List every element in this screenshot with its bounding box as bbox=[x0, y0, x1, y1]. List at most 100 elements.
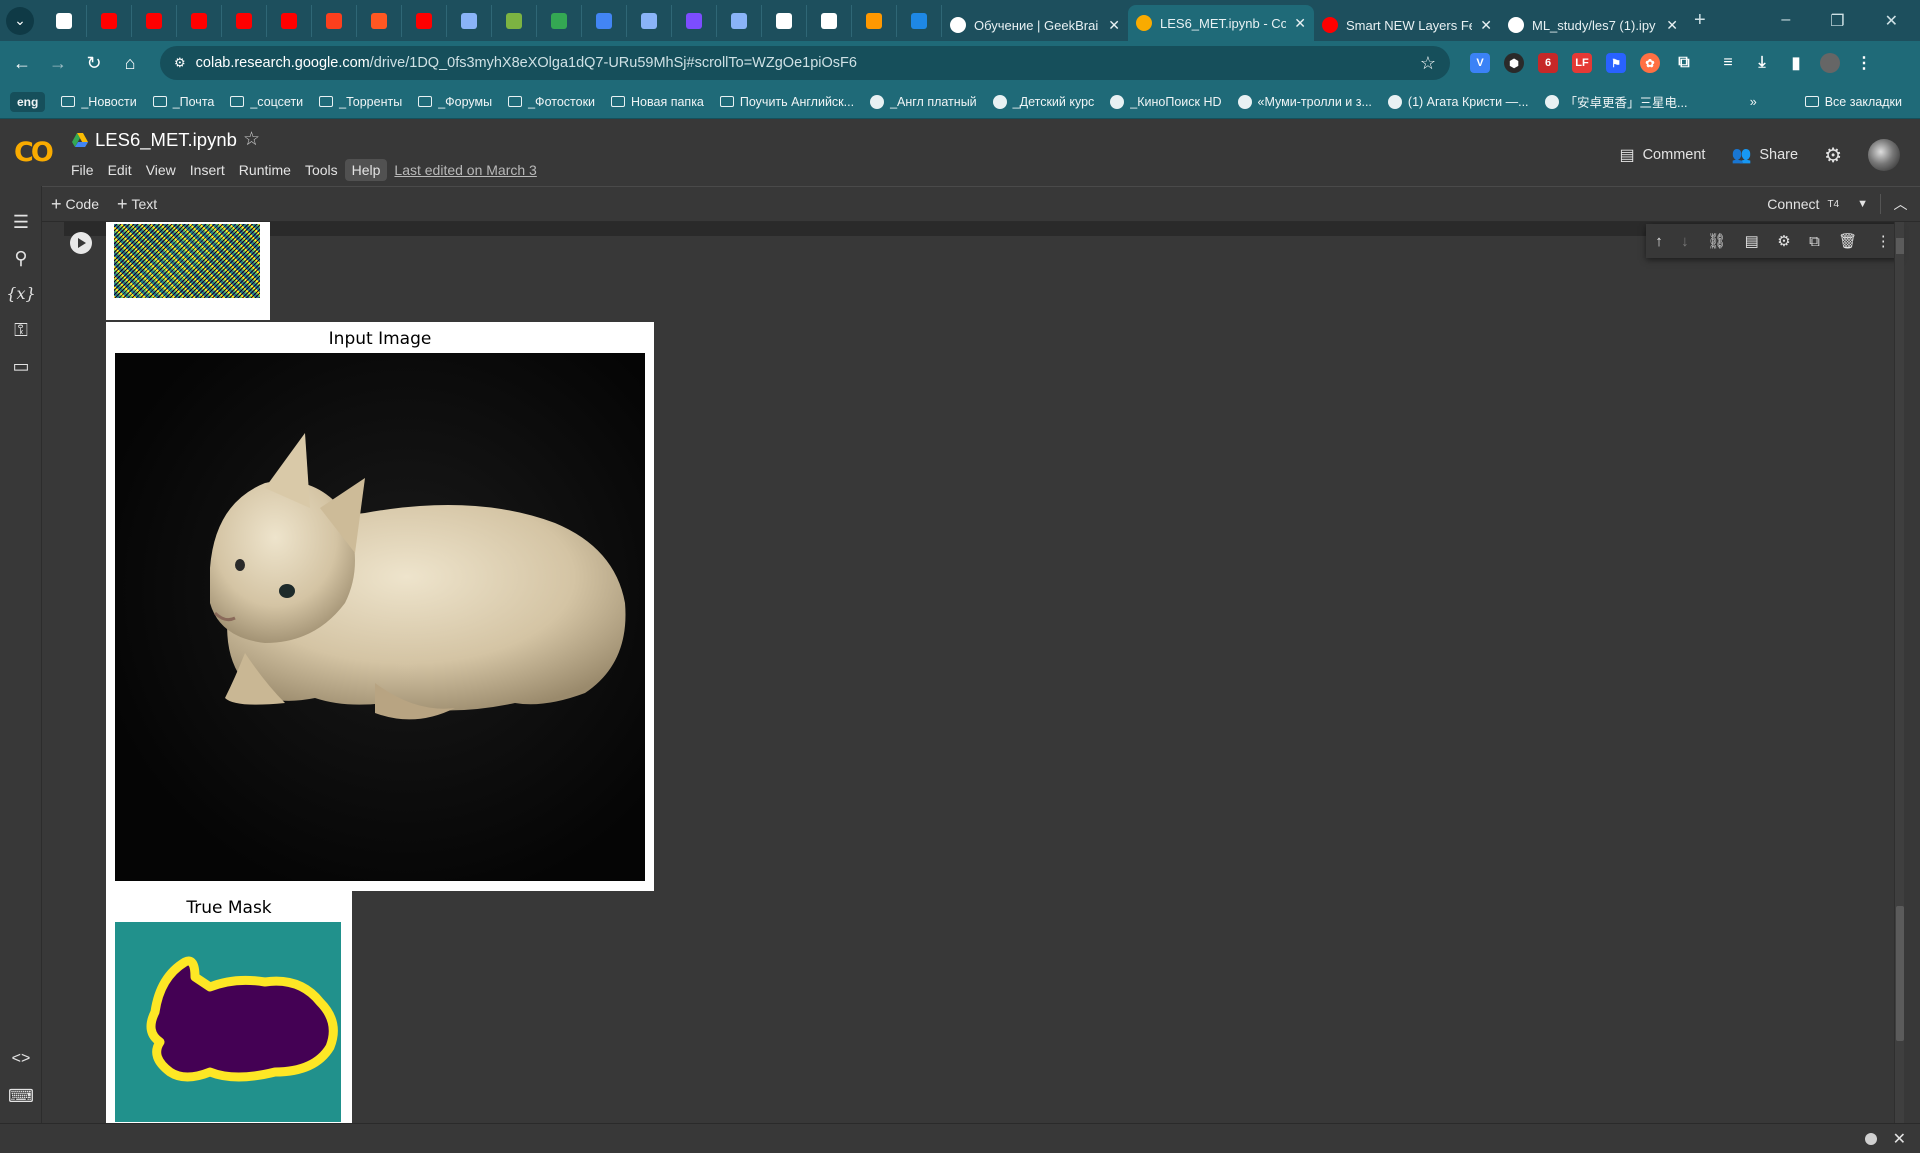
forward-icon[interactable]: → bbox=[40, 53, 76, 74]
bookmarks-overflow-icon[interactable]: » bbox=[1750, 95, 1757, 109]
mirror-cell-icon[interactable]: ⧉ bbox=[1809, 233, 1820, 250]
pinned-tab[interactable] bbox=[492, 4, 537, 37]
pinned-tab[interactable] bbox=[852, 4, 897, 37]
files-folder-icon[interactable]: ▭ bbox=[0, 356, 42, 377]
command-palette-icon[interactable]: ⌨ bbox=[0, 1086, 42, 1107]
delete-cell-icon[interactable]: 🗑 bbox=[1838, 232, 1857, 250]
reading-list-icon[interactable]: ≡ bbox=[1718, 53, 1738, 73]
pinned-tab[interactable] bbox=[717, 4, 762, 37]
url-bar[interactable]: ⚙ colab.research.google.com/drive/1DQ_0f… bbox=[160, 46, 1450, 80]
add-code-cell-button[interactable]: + Code bbox=[42, 194, 108, 215]
pinned-tab[interactable] bbox=[312, 4, 357, 37]
back-icon[interactable]: ← bbox=[4, 53, 40, 74]
run-cell-button[interactable] bbox=[70, 232, 92, 254]
add-text-cell-button[interactable]: + Text bbox=[108, 194, 166, 215]
pinned-tab[interactable] bbox=[672, 4, 717, 37]
colab-logo-icon[interactable]: CO bbox=[14, 137, 58, 168]
home-icon[interactable]: ⌂ bbox=[112, 53, 148, 74]
table-of-contents-icon[interactable]: ☰ bbox=[0, 212, 42, 233]
ext-flower-icon[interactable]: ✿ bbox=[1640, 53, 1660, 73]
cell-settings-icon[interactable]: ⚙ bbox=[1777, 232, 1790, 250]
close-tab-icon[interactable]: ✕ bbox=[1666, 17, 1678, 34]
bookmark-item[interactable]: _Англ платный bbox=[862, 94, 985, 109]
browser-tab[interactable]: Smart NEW Layers Fe ✕ bbox=[1314, 9, 1500, 41]
more-cell-actions-icon[interactable]: ⋮ bbox=[1876, 232, 1891, 250]
share-button[interactable]: 👥 Share bbox=[1731, 145, 1798, 165]
pinned-tab[interactable] bbox=[357, 4, 402, 37]
variables-icon[interactable]: {x} bbox=[0, 284, 42, 303]
pinned-tab[interactable] bbox=[177, 4, 222, 37]
close-tab-icon[interactable]: ✕ bbox=[1480, 17, 1492, 34]
pinned-tab[interactable] bbox=[87, 4, 132, 37]
pinned-tab[interactable] bbox=[807, 4, 852, 37]
runtime-status-dot[interactable] bbox=[1864, 1132, 1877, 1145]
bookmark-item[interactable]: (1) Агата Кристи —... bbox=[1380, 94, 1537, 109]
pinned-tab[interactable] bbox=[537, 4, 582, 37]
secrets-key-icon[interactable]: ⚿ bbox=[0, 320, 42, 341]
notebook-scrollbar[interactable] bbox=[1894, 222, 1904, 1123]
profile-avatar-icon[interactable] bbox=[1820, 53, 1840, 73]
scroll-thumb[interactable] bbox=[1896, 906, 1904, 1041]
restore-icon[interactable]: ❐ bbox=[1830, 11, 1844, 31]
bookmark-item[interactable]: _Почта bbox=[145, 95, 223, 109]
bookmark-item[interactable]: _Детский курс bbox=[985, 94, 1103, 109]
ext-badge-icon[interactable]: 6 bbox=[1538, 53, 1558, 73]
menu-item-edit[interactable]: Edit bbox=[101, 159, 139, 181]
move-cell-up-icon[interactable]: ↑ bbox=[1655, 233, 1663, 250]
cell-scroll-thumb[interactable] bbox=[1896, 238, 1904, 254]
side-panel-icon[interactable]: ▮ bbox=[1786, 53, 1806, 73]
bookmark-item[interactable]: 「安卓更香」三星电... bbox=[1537, 92, 1696, 111]
bookmark-item[interactable]: _Форумы bbox=[410, 95, 500, 109]
menu-item-file[interactable]: File bbox=[64, 159, 101, 181]
collapse-header-icon[interactable]: ︿ bbox=[1880, 194, 1920, 214]
code-snippets-icon[interactable]: <> bbox=[0, 1050, 42, 1068]
pinned-tab[interactable] bbox=[222, 4, 267, 37]
user-avatar[interactable] bbox=[1868, 139, 1900, 171]
menu-item-tools[interactable]: Tools bbox=[298, 159, 345, 181]
tab-search-button[interactable]: ⌄ bbox=[6, 6, 34, 35]
bookmark-star-icon[interactable]: ☆ bbox=[1420, 53, 1436, 74]
notebook-title[interactable]: LES6_MET.ipynb bbox=[95, 129, 237, 151]
pinned-tab[interactable] bbox=[762, 4, 807, 37]
close-tab-icon[interactable]: ✕ bbox=[1294, 15, 1306, 32]
pinned-tab[interactable] bbox=[132, 4, 177, 37]
all-bookmarks-button[interactable]: Все закладки bbox=[1797, 95, 1910, 109]
ext-v-icon[interactable]: V bbox=[1470, 53, 1490, 73]
connect-runtime-button[interactable]: Connect T4 ▼ bbox=[1767, 196, 1880, 212]
bookmark-item[interactable]: Поучить Английск... bbox=[712, 95, 862, 109]
bookmark-item[interactable]: Новая папка bbox=[603, 95, 712, 109]
pinned-tab[interactable] bbox=[447, 4, 492, 37]
ext-shield-icon[interactable]: ⬢ bbox=[1504, 53, 1524, 73]
bookmark-item[interactable]: _КиноПоиск HD bbox=[1102, 94, 1229, 109]
close-window-icon[interactable]: ✕ bbox=[1885, 11, 1898, 31]
bookmark-item[interactable]: _Фотостоки bbox=[500, 95, 603, 109]
pinned-tab[interactable] bbox=[582, 4, 627, 37]
reload-icon[interactable]: ↻ bbox=[76, 53, 112, 74]
link-cell-icon[interactable]: ⛓ bbox=[1707, 232, 1726, 250]
close-tab-icon[interactable]: ✕ bbox=[1108, 17, 1120, 34]
star-notebook-icon[interactable]: ☆ bbox=[243, 128, 260, 151]
bookmark-item[interactable]: _соцсети bbox=[222, 95, 311, 109]
ext-pin-icon[interactable]: ⚑ bbox=[1606, 53, 1626, 73]
site-info-icon[interactable]: ⚙ bbox=[174, 55, 186, 71]
minimize-icon[interactable]: – bbox=[1781, 11, 1790, 31]
pinned-tab[interactable] bbox=[42, 4, 87, 37]
move-cell-down-icon[interactable]: ↓ bbox=[1681, 233, 1689, 250]
new-tab-button[interactable]: + bbox=[1694, 9, 1706, 32]
comment-cell-icon[interactable]: ▤ bbox=[1745, 232, 1759, 250]
extensions-puzzle-icon[interactable]: ⧉ bbox=[1674, 53, 1694, 73]
settings-gear-icon[interactable]: ⚙ bbox=[1824, 143, 1842, 168]
menu-item-insert[interactable]: Insert bbox=[183, 159, 232, 181]
ext-uf-icon[interactable]: LF bbox=[1572, 53, 1592, 73]
search-icon[interactable]: ⚲ bbox=[0, 248, 42, 269]
pinned-tab[interactable] bbox=[402, 4, 447, 37]
browser-tab[interactable]: LES6_MET.ipynb - Col ✕ bbox=[1128, 5, 1314, 41]
menu-item-view[interactable]: View bbox=[139, 159, 183, 181]
comment-button[interactable]: ▤ Comment bbox=[1619, 145, 1705, 165]
bookmark-item[interactable]: _Новости bbox=[53, 95, 144, 109]
browser-menu-icon[interactable]: ⋮ bbox=[1854, 53, 1874, 73]
close-status-icon[interactable]: ✕ bbox=[1893, 1129, 1906, 1149]
browser-tab[interactable]: Обучение | GeekBrai ✕ bbox=[942, 9, 1128, 41]
menu-item-runtime[interactable]: Runtime bbox=[232, 159, 298, 181]
bookmark-item[interactable]: _Торренты bbox=[311, 95, 410, 109]
